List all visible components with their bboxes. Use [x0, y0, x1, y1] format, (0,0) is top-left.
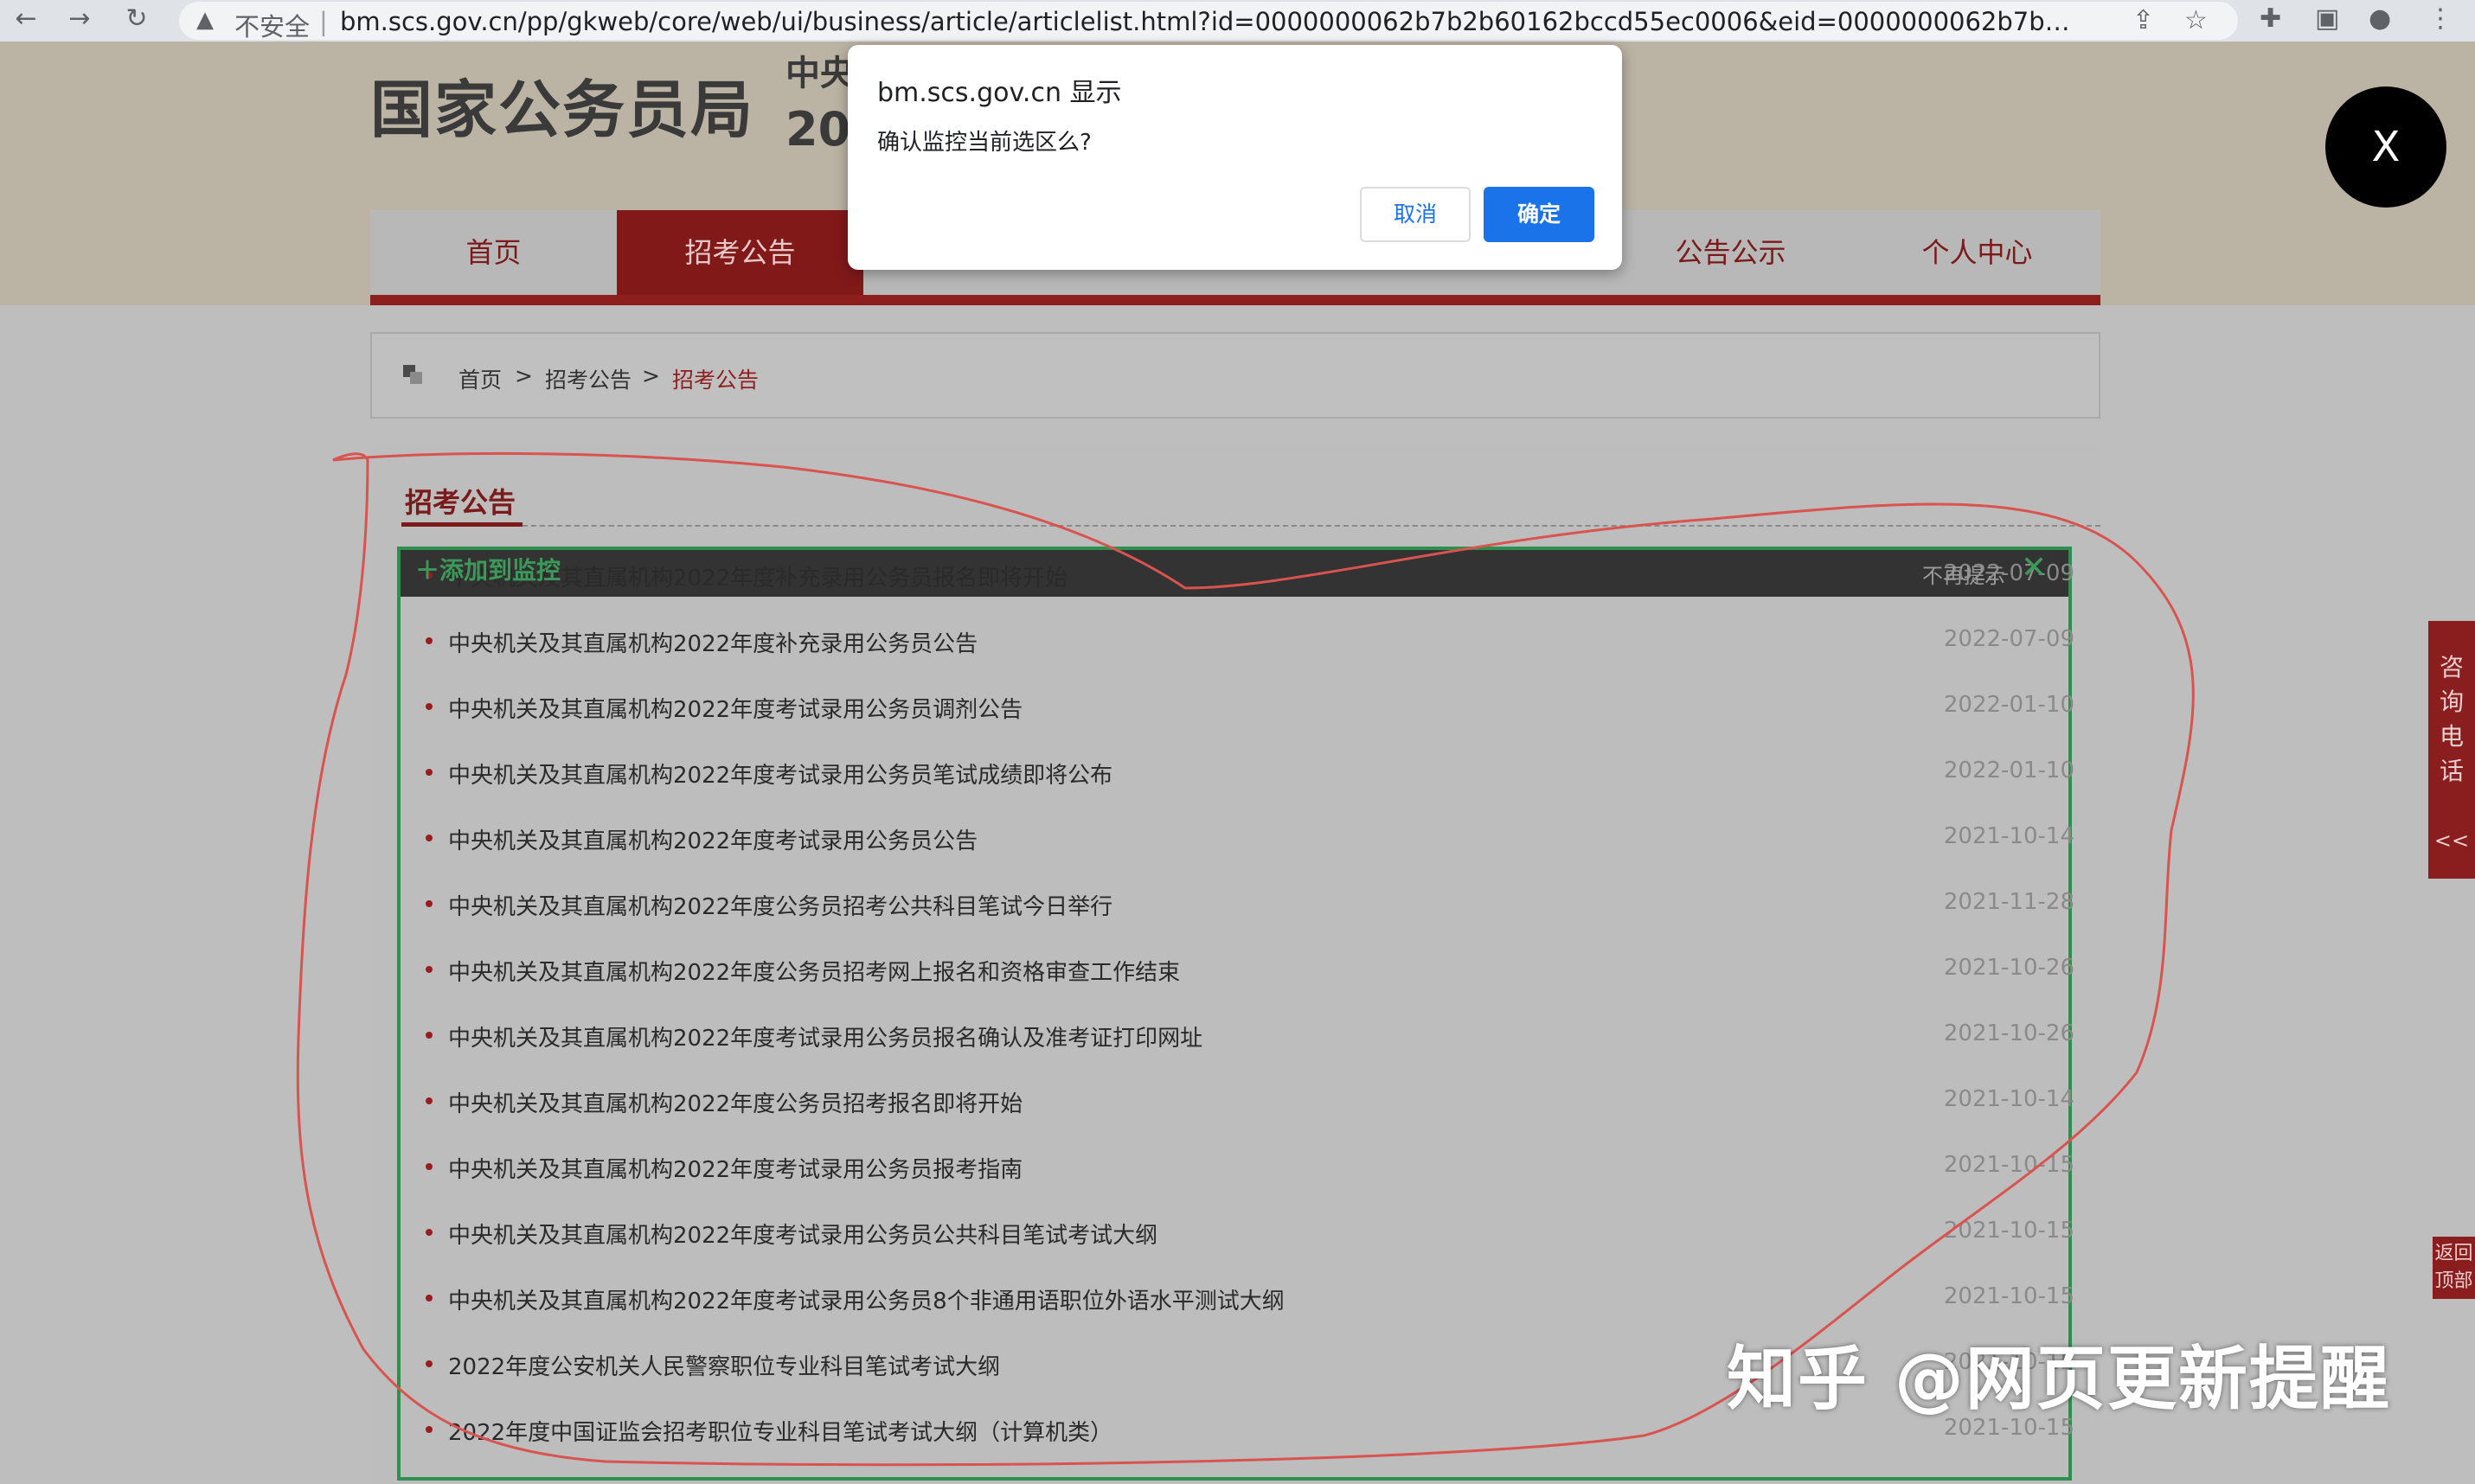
back-arrow-icon[interactable]: ← [10, 3, 42, 35]
list-item[interactable]: 中央机关及其直属机构2022年度补充录用公务员报名即将开始 2022-07-09 [422, 552, 2074, 604]
zhihu-watermark: 知乎 @网页更新提醒 [1727, 1339, 2391, 1419]
chevron-left-icon[interactable]: << [2428, 828, 2475, 853]
article-title-link[interactable]: 中央机关及其直属机构2022年度考试录用公务员报考指南 [448, 1152, 1023, 1184]
bullet-dot [426, 900, 433, 907]
cancel-button[interactable]: 取消 [1360, 187, 1471, 242]
article-date: 2021-10-26 [1943, 955, 2074, 981]
article-title-link[interactable]: 中央机关及其直属机构2022年度考试录用公务员调剂公告 [448, 692, 1023, 724]
nav-tab-home[interactable]: 首页 [370, 210, 617, 295]
nav-tab-personal-center[interactable]: 个人中心 [1854, 210, 2100, 295]
article-date: 2021-10-14 [1943, 1086, 2074, 1112]
article-date: 2021-10-14 [1943, 823, 2074, 849]
list-item[interactable]: 中央机关及其直属机构2022年度补充录用公务员公告 2022-07-09 [422, 617, 2074, 669]
url-text[interactable]: bm.scs.gov.cn/pp/gkweb/core/web/ui/busin… [340, 7, 2070, 36]
reload-icon[interactable]: ↻ [121, 3, 152, 35]
article-title-link[interactable]: 中央机关及其直属机构2022年度公务员招考网上报名和资格审查工作结束 [448, 955, 1180, 987]
breadcrumb-level1[interactable]: 招考公告 [545, 363, 632, 394]
list-item[interactable]: 中央机关及其直属机构2022年度公务员招考网上报名和资格审查工作结束 2021-1… [422, 946, 2074, 998]
warning-icon: ▲ [196, 7, 214, 33]
article-title-link[interactable]: 中央机关及其直属机构2022年度考试录用公务员公告 [448, 823, 978, 855]
article-date: 2021-11-28 [1943, 889, 2074, 915]
dont-show-again-link[interactable]: 不再提示 [1922, 559, 2005, 589]
list-item[interactable]: 中央机关及其直属机构2022年度考试录用公务员调剂公告 2022-01-10 [422, 683, 2074, 735]
article-date: 2021-10-15 [1943, 1152, 2074, 1178]
breadcrumb-separator: > [642, 363, 660, 388]
article-date: 2022-01-10 [1943, 758, 2074, 784]
list-item[interactable]: 中央机关及其直属机构2022年度考试录用公务员公共科目笔试考试大纲 2021-10… [422, 1209, 2074, 1261]
insecure-label[interactable]: 不安全 [234, 7, 310, 43]
profile-avatar-icon[interactable]: ● [2369, 3, 2391, 34]
consult-phone-label: 咨询电话 [2428, 650, 2475, 789]
overlay-close-button[interactable]: X [2325, 86, 2446, 208]
article-date: 2022-07-09 [1943, 626, 2074, 652]
close-icon[interactable]: ✕ [2021, 550, 2047, 585]
list-item[interactable]: 中央机关及其直属机构2022年度考试录用公务员报考指南 2021-10-15 [422, 1143, 2074, 1195]
article-title-link[interactable]: 中央机关及其直属机构2022年度考试录用公务员报名确认及准考证打印网址 [448, 1020, 1202, 1052]
consult-phone-text: 咨询电话 [2439, 653, 2464, 785]
article-date: 2021-10-26 [1943, 1020, 2074, 1046]
section-title-underline [401, 522, 523, 527]
plus-icon: ＋ [415, 556, 440, 585]
confirm-dialog: bm.scs.gov.cn 显示 确认监控当前选区么? 取消 确定 [848, 45, 1622, 270]
article-title-link[interactable]: 中央机关及其直属机构2022年度补充录用公务员公告 [448, 626, 978, 658]
article-date: 2022-01-10 [1943, 692, 2074, 718]
back-to-top-label-2: 顶部 [2434, 1270, 2473, 1292]
breadcrumb-home[interactable]: 首页 [458, 363, 502, 394]
article-date: 2021-10-15 [1943, 1283, 2074, 1309]
nav-tab-notices[interactable]: 公告公示 [1607, 210, 1854, 295]
article-title-link[interactable]: 中央机关及其直属机构2022年度公务员招考公共科目笔试今日举行 [448, 889, 1112, 921]
address-bar[interactable]: ▲ 不安全 | bm.scs.gov.cn/pp/gkweb/core/web/… [179, 2, 2238, 43]
article-title-link[interactable]: 2022年度公安机关人民警察职位专业科目笔试考试大纲 [448, 1349, 1000, 1381]
list-item[interactable]: 中央机关及其直属机构2022年度公务员招考公共科目笔试今日举行 2021-11-2… [422, 880, 2074, 932]
bullet-dot [426, 1360, 433, 1367]
breadcrumb-separator: > [515, 363, 533, 388]
article-title-link[interactable]: 中央机关及其直属机构2022年度考试录用公务员笔试成绩即将公布 [448, 758, 1112, 790]
article-title-link[interactable]: 中央机关及其直属机构2022年度考试录用公务员公共科目笔试考试大纲 [448, 1218, 1157, 1250]
list-item[interactable]: 中央机关及其直属机构2022年度考试录用公务员8个非通用语职位外语水平测试大纲 2… [422, 1275, 2074, 1327]
bullet-dot [426, 835, 433, 841]
bullet-dot [426, 637, 433, 644]
bullet-dot [426, 1229, 433, 1236]
bullet-dot [426, 1032, 433, 1039]
bookmark-star-icon[interactable]: ☆ [2184, 5, 2208, 35]
bullet-dot [426, 1097, 433, 1104]
list-item[interactable]: 中央机关及其直属机构2022年度考试录用公务员笔试成绩即将公布 2022-01-1… [422, 749, 2074, 801]
browser-toolbar: ← → ↻ ▲ 不安全 | bm.scs.gov.cn/pp/gkweb/cor… [0, 0, 2475, 42]
bullet-dot [426, 1295, 433, 1302]
section-title: 招考公告 [405, 486, 516, 519]
breadcrumb-home-icon [403, 365, 422, 384]
article-date: 2021-10-15 [1943, 1218, 2074, 1244]
dialog-message: 确认监控当前选区么? [877, 130, 1092, 156]
menu-kebab-icon[interactable]: ⋮ [2427, 3, 2453, 34]
share-icon[interactable]: ⇪ [2132, 5, 2154, 35]
bullet-dot [426, 1426, 433, 1433]
nav-tab-recruitment[interactable]: 招考公告 [617, 210, 863, 295]
consult-phone-tab[interactable]: 咨询电话 << [2428, 621, 2475, 879]
back-to-top-button[interactable]: 返回 顶部 [2433, 1237, 2475, 1299]
article-title-link[interactable]: 中央机关及其直属机构2022年度公务员招考报名即将开始 [448, 1086, 1023, 1118]
url-separator: | [319, 7, 328, 36]
bullet-dot [426, 769, 433, 776]
extensions-puzzle-icon[interactable]: ✚ [2260, 3, 2281, 34]
list-item[interactable]: 中央机关及其直属机构2022年度考试录用公务员报名确认及准考证打印网址 2021-… [422, 1012, 2074, 1064]
section-divider [401, 525, 2100, 527]
bullet-dot [426, 703, 433, 710]
ok-button[interactable]: 确定 [1484, 187, 1594, 242]
add-to-monitor-label: 添加到监控 [439, 556, 561, 585]
header-subtitle-1: 中央 [785, 54, 855, 93]
list-item[interactable]: 中央机关及其直属机构2022年度考试录用公务员公告 2021-10-14 [422, 815, 2074, 867]
breadcrumb: 首页 > 招考公告 > 招考公告 [370, 332, 2100, 419]
dialog-title: bm.scs.gov.cn 显示 [877, 78, 1122, 108]
list-item[interactable]: 中央机关及其直属机构2022年度公务员招考报名即将开始 2021-10-14 [422, 1078, 2074, 1129]
sidepanel-icon[interactable]: ▣ [2315, 3, 2339, 34]
article-title-link[interactable]: 2022年度中国证监会招考职位专业科目笔试考试大纲（计算机类） [448, 1415, 1112, 1447]
bullet-dot [426, 966, 433, 973]
add-to-monitor-button[interactable]: ＋添加到监控 [415, 552, 561, 586]
breadcrumb-current: 招考公告 [672, 368, 760, 393]
article-title-link[interactable]: 中央机关及其直属机构2022年度考试录用公务员8个非通用语职位外语水平测试大纲 [448, 1283, 1285, 1315]
site-logo[interactable]: 国家公务员局 [370, 59, 754, 150]
back-to-top-label-1: 返回 [2434, 1243, 2473, 1264]
forward-arrow-icon[interactable]: → [64, 3, 95, 35]
bullet-dot [426, 1163, 433, 1170]
